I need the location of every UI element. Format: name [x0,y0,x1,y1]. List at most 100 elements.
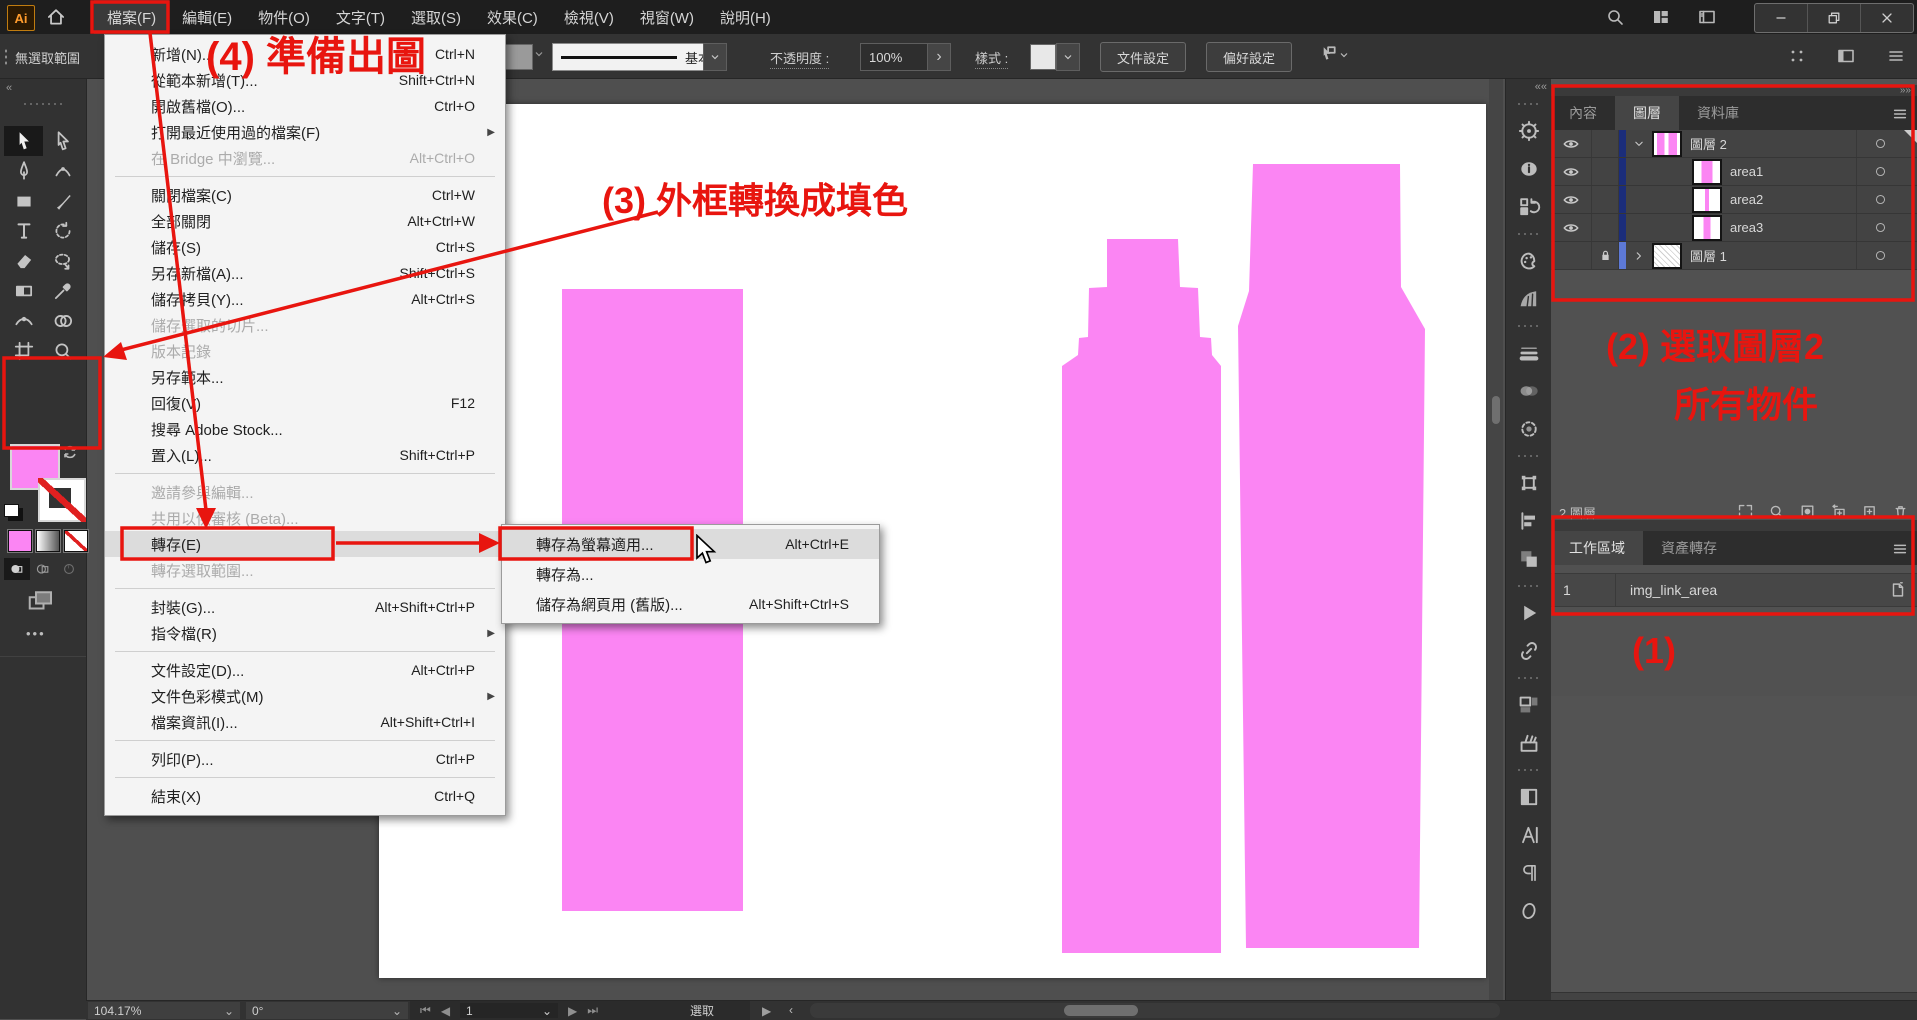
eye-toggle[interactable] [1551,214,1592,241]
menubar-item-6[interactable]: 效果(C) [474,0,551,34]
menubar-item-7[interactable]: 檢視(V) [551,0,627,34]
swap-fill-stroke-icon[interactable] [60,442,80,462]
gradient-panel-icon[interactable] [1506,778,1552,816]
controlbar-menu-icon[interactable] [1886,46,1906,66]
file-menu-item-3[interactable]: 開啟舊檔(O)...Ctrl+O [105,93,505,119]
width-tool[interactable] [4,306,43,336]
strip-drag-handle[interactable] [1516,324,1542,328]
gradient-mode-swatch[interactable] [36,530,60,552]
layer-target-icon[interactable] [1856,186,1903,213]
first-artboard-icon[interactable]: ⏮ [420,1003,431,1018]
transparency-icon[interactable] [1506,372,1552,410]
stroke-icon[interactable] [1506,334,1552,372]
artboards-menu-icon[interactable] [1891,540,1909,558]
stroke-color-none-swatch[interactable] [38,478,86,522]
tab-內容[interactable]: 內容 [1551,96,1615,130]
statusbar-collapse-icon[interactable]: ‹ [789,1003,793,1017]
tab-工作區域[interactable]: 工作區域 [1551,531,1643,565]
discover-icon[interactable] [1506,112,1552,150]
opacity-input[interactable]: 100% [860,43,936,71]
collect-export-icon[interactable] [1737,503,1754,520]
paintbrush-tool[interactable] [43,186,82,216]
curvature-tool[interactable] [43,156,82,186]
file-menu-item-15[interactable]: 回復(V)F12 [105,390,505,416]
opacity-stepper-icon[interactable]: › [927,43,951,71]
file-menu-item-4[interactable]: 打開最近使用過的檔案(F)▶ [105,119,505,145]
layer-thumbnail[interactable] [1692,159,1722,185]
color-icon[interactable] [1506,242,1552,280]
strip-collapse-icon[interactable]: «« [1506,78,1552,96]
layer-row-2[interactable]: area1 [1551,158,1917,186]
style-swatch[interactable] [1030,44,1056,70]
actions-icon[interactable] [1506,594,1552,632]
layers-menu-icon[interactable] [1891,105,1909,123]
export-submenu-item-1[interactable]: 轉存為螢幕適用...Alt+Ctrl+E [502,529,879,559]
tab-資料庫[interactable]: 資料庫 [1679,96,1757,130]
toolbar-collapse-icon[interactable]: « [6,82,12,94]
pathfinder-icon[interactable] [1506,540,1552,578]
lock-toggle[interactable] [1592,214,1619,241]
lock-toggle[interactable] [1592,130,1619,157]
color-mode-swatch[interactable] [8,530,32,552]
layer-thumbnail[interactable] [1652,243,1682,269]
toolbar-more-icon[interactable]: ••• [26,626,46,641]
layer-row-4[interactable]: area3 [1551,214,1917,242]
strip-drag-handle[interactable] [1516,232,1542,236]
file-menu-item-7[interactable]: 關閉檔案(C)Ctrl+W [105,182,505,208]
links-icon[interactable] [1506,632,1552,670]
rotation-select[interactable]: 0°⌄ [246,1002,408,1019]
file-menu-item-10[interactable]: 另存新檔(A)...Shift+Ctrl+S [105,260,505,286]
last-artboard-icon[interactable]: ⏭ [587,1003,598,1018]
vertical-scrollbar[interactable] [1489,78,1503,1000]
layer-expand-icon[interactable] [1626,249,1652,263]
strip-drag-handle[interactable] [1516,768,1542,772]
file-menu-item-27[interactable]: 文件設定(D)...Alt+Ctrl+P [105,657,505,683]
lasso-tool[interactable] [43,246,82,276]
rotate-tool[interactable] [43,216,82,246]
artboards-icon[interactable] [1506,686,1552,724]
tab-圖層[interactable]: 圖層 [1615,96,1679,130]
stroke-style-chevron-icon[interactable] [703,43,727,71]
lock-toggle[interactable] [1592,158,1619,185]
home-icon[interactable] [44,6,68,28]
screen-mode-icon[interactable] [26,588,56,614]
layer-name[interactable]: area1 [1730,164,1763,179]
align-icon[interactable] [1506,502,1552,540]
next-artboard-icon[interactable]: ▶ [568,1004,577,1018]
none-mode-swatch[interactable] [64,530,88,552]
info-icon[interactable] [1506,150,1552,188]
file-menu-item-9[interactable]: 儲存(S)Ctrl+S [105,234,505,260]
layer-name[interactable]: 圖層 2 [1690,134,1727,153]
export-submenu-item-3[interactable]: 儲存為網頁用 (舊版)...Alt+Shift+Ctrl+S [502,589,879,619]
toolbar-drag-handle[interactable] [22,102,64,106]
file-menu-item-25[interactable]: 指令檔(R)▶ [105,620,505,646]
rectangle-tool[interactable] [4,186,43,216]
file-menu-item-33[interactable]: 結束(X)Ctrl+Q [105,783,505,809]
strip-drag-handle[interactable] [1516,676,1542,680]
layer-target-icon[interactable] [1856,130,1903,157]
file-menu-item-14[interactable]: 另存範本... [105,364,505,390]
selection-tool[interactable] [4,126,43,156]
layer-name[interactable]: area2 [1730,192,1763,207]
artboard-page-icon[interactable] [1889,581,1907,599]
prev-artboard-icon[interactable]: ◀ [441,1004,450,1018]
pen-tool[interactable] [4,156,43,186]
layer-name[interactable]: area3 [1730,220,1763,235]
default-fill-stroke-icon[interactable] [4,504,19,517]
trash-icon[interactable] [1892,503,1909,520]
restore-icon[interactable] [1807,4,1860,32]
locate-object-icon[interactable] [1768,503,1785,520]
controlbar-grid-icon[interactable] [1787,46,1807,66]
file-menu-item-21[interactable]: 轉存(E)▶ [105,531,505,557]
file-menu-item-8[interactable]: 全部關閉Alt+Ctrl+W [105,208,505,234]
zoom-tool[interactable] [43,336,82,366]
character-icon[interactable] [1506,816,1552,854]
preferences-button[interactable]: 偏好設定 [1206,42,1292,72]
arrange-documents-icon[interactable] [1651,7,1671,27]
layer-thumbnail[interactable] [1652,131,1682,157]
file-menu-item-24[interactable]: 封裝(G)...Alt+Shift+Ctrl+P [105,594,505,620]
color-guide-icon[interactable] [1506,280,1552,318]
artboard-row-name[interactable]: img_link_area [1616,582,1889,598]
statusbar-play-icon[interactable]: ▶ [762,1004,771,1018]
eraser-tool[interactable] [4,246,43,276]
